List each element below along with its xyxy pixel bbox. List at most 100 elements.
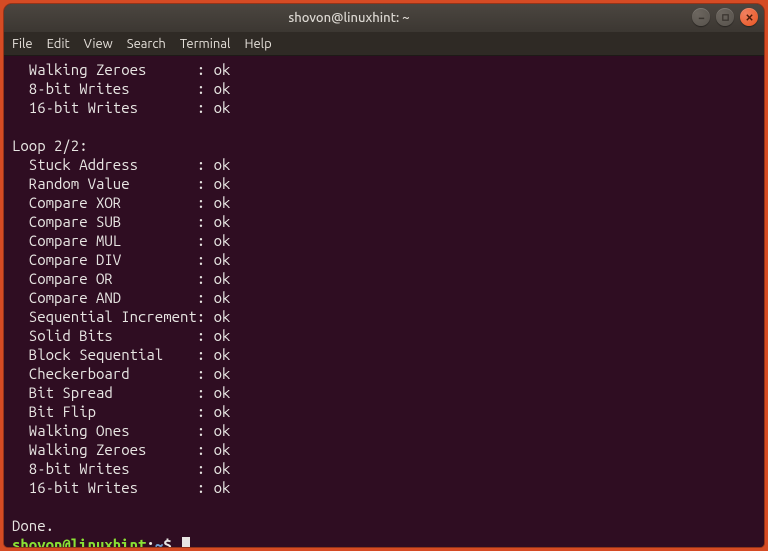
maximize-button[interactable] [716,8,734,26]
test-row: Compare XOR : ok [12,193,756,212]
test-status: ok [214,174,231,193]
menu-edit[interactable]: Edit [47,37,70,51]
test-row: Checkerboard : ok [12,364,756,383]
prompt-user-host: shovon@linuxhint [12,536,146,547]
test-status: ok [214,250,231,269]
colon: : [197,79,214,98]
colon: : [197,440,214,459]
test-name: Sequential Increment [29,307,197,326]
test-status: ok [214,402,231,421]
colon: : [197,269,214,288]
minimize-button[interactable] [692,8,710,26]
colon: : [197,231,214,250]
test-row: Compare AND : ok [12,288,756,307]
terminal-body[interactable]: Walking Zeroes : ok8-bit Writes : ok16-b… [4,56,764,547]
test-status: ok [214,212,231,231]
colon: : [197,326,214,345]
close-icon [745,13,754,22]
test-status: ok [214,326,231,345]
cursor [182,537,190,547]
test-status: ok [214,98,231,117]
test-row: Bit Spread : ok [12,383,756,402]
test-name: Walking Ones [29,421,197,440]
done-line: Done. [12,516,756,535]
test-status: ok [214,421,231,440]
colon: : [197,421,214,440]
colon: : [197,307,214,326]
test-name: Stuck Address [29,155,197,174]
test-name: Compare MUL [29,231,197,250]
test-row: Compare SUB : ok [12,212,756,231]
colon: : [197,98,214,117]
test-name: Compare SUB [29,212,197,231]
test-name: Compare OR [29,269,197,288]
test-status: ok [214,155,231,174]
test-status: ok [214,288,231,307]
test-status: ok [214,193,231,212]
menu-help[interactable]: Help [244,37,271,51]
test-name: Compare XOR [29,193,197,212]
close-button[interactable] [740,8,758,26]
test-name: Checkerboard [29,364,197,383]
colon: : [197,174,214,193]
prompt-path: ~ [155,536,163,547]
colon: : [197,402,214,421]
test-row: Walking Zeroes : ok [12,60,756,79]
test-status: ok [214,478,231,497]
test-row: 16-bit Writes : ok [12,98,756,117]
colon: : [197,288,214,307]
terminal-window: shovon@linuxhint: ~ File Edit View Searc… [4,4,764,547]
test-row: Solid Bits : ok [12,326,756,345]
colon: : [197,60,214,79]
test-name: Solid Bits [29,326,197,345]
menu-view[interactable]: View [84,37,113,51]
test-row: Walking Ones : ok [12,421,756,440]
test-row: Compare MUL : ok [12,231,756,250]
menu-file[interactable]: File [12,37,33,51]
test-name: Walking Zeroes [29,60,197,79]
maximize-icon [721,13,730,22]
test-name: Block Sequential [29,345,197,364]
minimize-icon [697,13,706,22]
blank-line [12,497,756,516]
test-row: 8-bit Writes : ok [12,459,756,478]
menu-search[interactable]: Search [127,37,166,51]
test-name: Random Value [29,174,197,193]
prompt-line[interactable]: shovon@linuxhint:~$ [12,535,756,547]
test-status: ok [214,440,231,459]
test-row: Stuck Address : ok [12,155,756,174]
test-status: ok [214,459,231,478]
colon: : [197,459,214,478]
colon: : [197,212,214,231]
test-status: ok [214,231,231,250]
test-name: 16-bit Writes [29,478,197,497]
test-row: Compare DIV : ok [12,250,756,269]
loop-header: Loop 2/2: [12,136,756,155]
test-name: Compare DIV [29,250,197,269]
colon: : [197,193,214,212]
test-row: Sequential Increment: ok [12,307,756,326]
colon: : [197,250,214,269]
test-status: ok [214,307,231,326]
test-row: Random Value : ok [12,174,756,193]
window-title: shovon@linuxhint: ~ [4,11,764,25]
test-row: Walking Zeroes : ok [12,440,756,459]
menu-terminal[interactable]: Terminal [180,37,231,51]
test-status: ok [214,383,231,402]
colon: : [197,364,214,383]
colon: : [197,155,214,174]
test-status: ok [214,269,231,288]
test-row: 16-bit Writes : ok [12,478,756,497]
colon: : [197,345,214,364]
titlebar[interactable]: shovon@linuxhint: ~ [4,4,764,32]
test-name: Walking Zeroes [29,440,197,459]
test-name: 8-bit Writes [29,459,197,478]
test-status: ok [214,364,231,383]
test-row: Bit Flip : ok [12,402,756,421]
prompt-colon: : [146,536,154,547]
test-name: 8-bit Writes [29,79,197,98]
colon: : [197,478,214,497]
test-status: ok [214,79,231,98]
prompt-symbol: $ [163,536,180,547]
test-name: Bit Flip [29,402,197,421]
